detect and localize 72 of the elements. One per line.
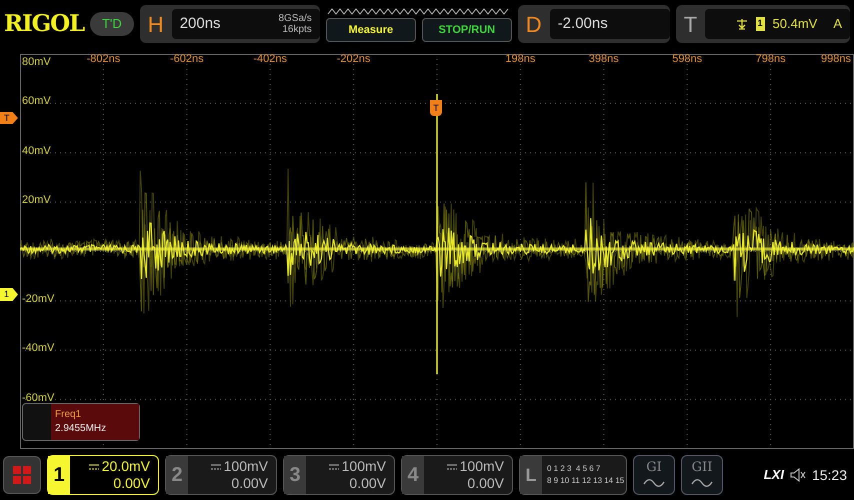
time-axis-label: 798ns <box>756 52 786 67</box>
logic-label: L <box>520 456 542 494</box>
delay-panel[interactable]: D -2.00ns <box>518 5 670 43</box>
voltage-axis-label: 60mV <box>22 94 51 110</box>
dc-coupling-icon <box>328 464 339 470</box>
trigger-position-marker[interactable]: T <box>430 100 442 116</box>
logic-tab[interactable]: L 0 1 2 3 4 5 6 7 8 9 10 11 12 13 14 15 <box>519 455 627 495</box>
time-axis-label: -402ns <box>253 52 287 67</box>
time-axis-label: 598ns <box>672 52 702 67</box>
measurement-value: 2.9455MHz <box>55 422 108 436</box>
trigger-source: 1 <box>756 17 765 31</box>
channel-marker[interactable]: 1 <box>0 288 18 301</box>
delay-value: -2.00ns <box>558 14 608 34</box>
time-axis-label: -802ns <box>86 52 120 67</box>
channel-number: 3 <box>284 456 306 494</box>
sine-icon <box>643 478 665 488</box>
trigger-panel[interactable]: T 1 50.4mV A <box>676 5 850 43</box>
vertical-scale: 100mV <box>342 458 386 475</box>
dc-coupling-icon <box>446 464 457 470</box>
brand-logo: RIGOL <box>4 8 84 39</box>
voltage-axis-label: -60mV <box>22 390 54 406</box>
menu-button[interactable] <box>3 456 41 494</box>
trigger-level-marker[interactable]: T <box>0 112 18 124</box>
channel-number: 2 <box>166 456 188 494</box>
vertical-scale: 100mV <box>224 458 268 475</box>
dc-coupling-icon <box>210 464 221 470</box>
vertical-scale: 20.0mV <box>102 458 150 475</box>
sample-rate: 8GSa/s <box>278 13 312 24</box>
time-axis-label: -602ns <box>170 52 204 67</box>
time-axis-label: -202ns <box>336 52 370 67</box>
generator-button[interactable]: GI <box>633 455 675 495</box>
voltage-axis-label: -40mV <box>22 341 54 356</box>
measurement-name: Freq1 <box>55 408 82 422</box>
horizontal-panel[interactable]: H 200ns 8GSa/s 16kpts <box>140 5 320 43</box>
channel-tab[interactable]: 3 100mV 0.00V <box>283 455 395 495</box>
voltage-axis-label: -20mV <box>22 292 54 307</box>
delay-label: D <box>526 10 542 38</box>
channel-number: 1 <box>48 456 70 494</box>
timebase-value: 200ns <box>180 14 221 34</box>
trigger-mode: A <box>833 15 842 34</box>
speaker-muted-icon <box>790 468 806 482</box>
trigger-label: T <box>684 10 698 38</box>
lxi-logo: LXI <box>764 466 784 484</box>
generator-button[interactable]: GII <box>681 455 723 495</box>
memory-depth: 16kpts <box>282 24 312 35</box>
vertical-offset: 0.00V <box>349 475 386 492</box>
voltage-axis-label: 40mV <box>22 144 51 159</box>
vertical-offset: 0.00V <box>113 475 150 492</box>
time-axis-label: 398ns <box>588 52 619 67</box>
dc-coupling-icon <box>88 464 99 470</box>
logic-channel-numbers: 0 1 2 3 4 5 6 7 <box>547 463 602 475</box>
time-axis-label: 998ns <box>821 52 851 67</box>
channel-tab[interactable]: 2 100mV 0.00V <box>165 455 277 495</box>
logic-channel-numbers: 8 9 10 11 12 13 14 15 <box>547 475 624 487</box>
time-axis-label: 198ns <box>505 52 536 67</box>
voltage-axis-label: 20mV <box>22 193 51 208</box>
measure-button[interactable]: Measure <box>326 18 416 42</box>
sine-icon <box>691 478 713 488</box>
vertical-offset: 0.00V <box>467 475 504 492</box>
stop-run-button[interactable]: STOP/RUN <box>422 18 512 42</box>
channel-tab[interactable]: 1 20.0mV 0.00V <box>47 455 159 495</box>
voltage-axis-label: 80mV <box>22 55 51 70</box>
channel-tab[interactable]: 4 100mV 0.00V <box>401 455 513 495</box>
channel-number: 4 <box>402 456 424 494</box>
horizontal-label: H <box>148 10 164 38</box>
falling-edge-icon <box>736 18 748 30</box>
grid-icon <box>12 465 32 485</box>
mode-badge: T'D <box>90 12 134 36</box>
trigger-level: 50.4mV <box>772 15 818 34</box>
vertical-scale: 100mV <box>460 458 504 475</box>
vertical-offset: 0.00V <box>231 475 268 492</box>
clock-time: 15:23 <box>812 466 847 484</box>
